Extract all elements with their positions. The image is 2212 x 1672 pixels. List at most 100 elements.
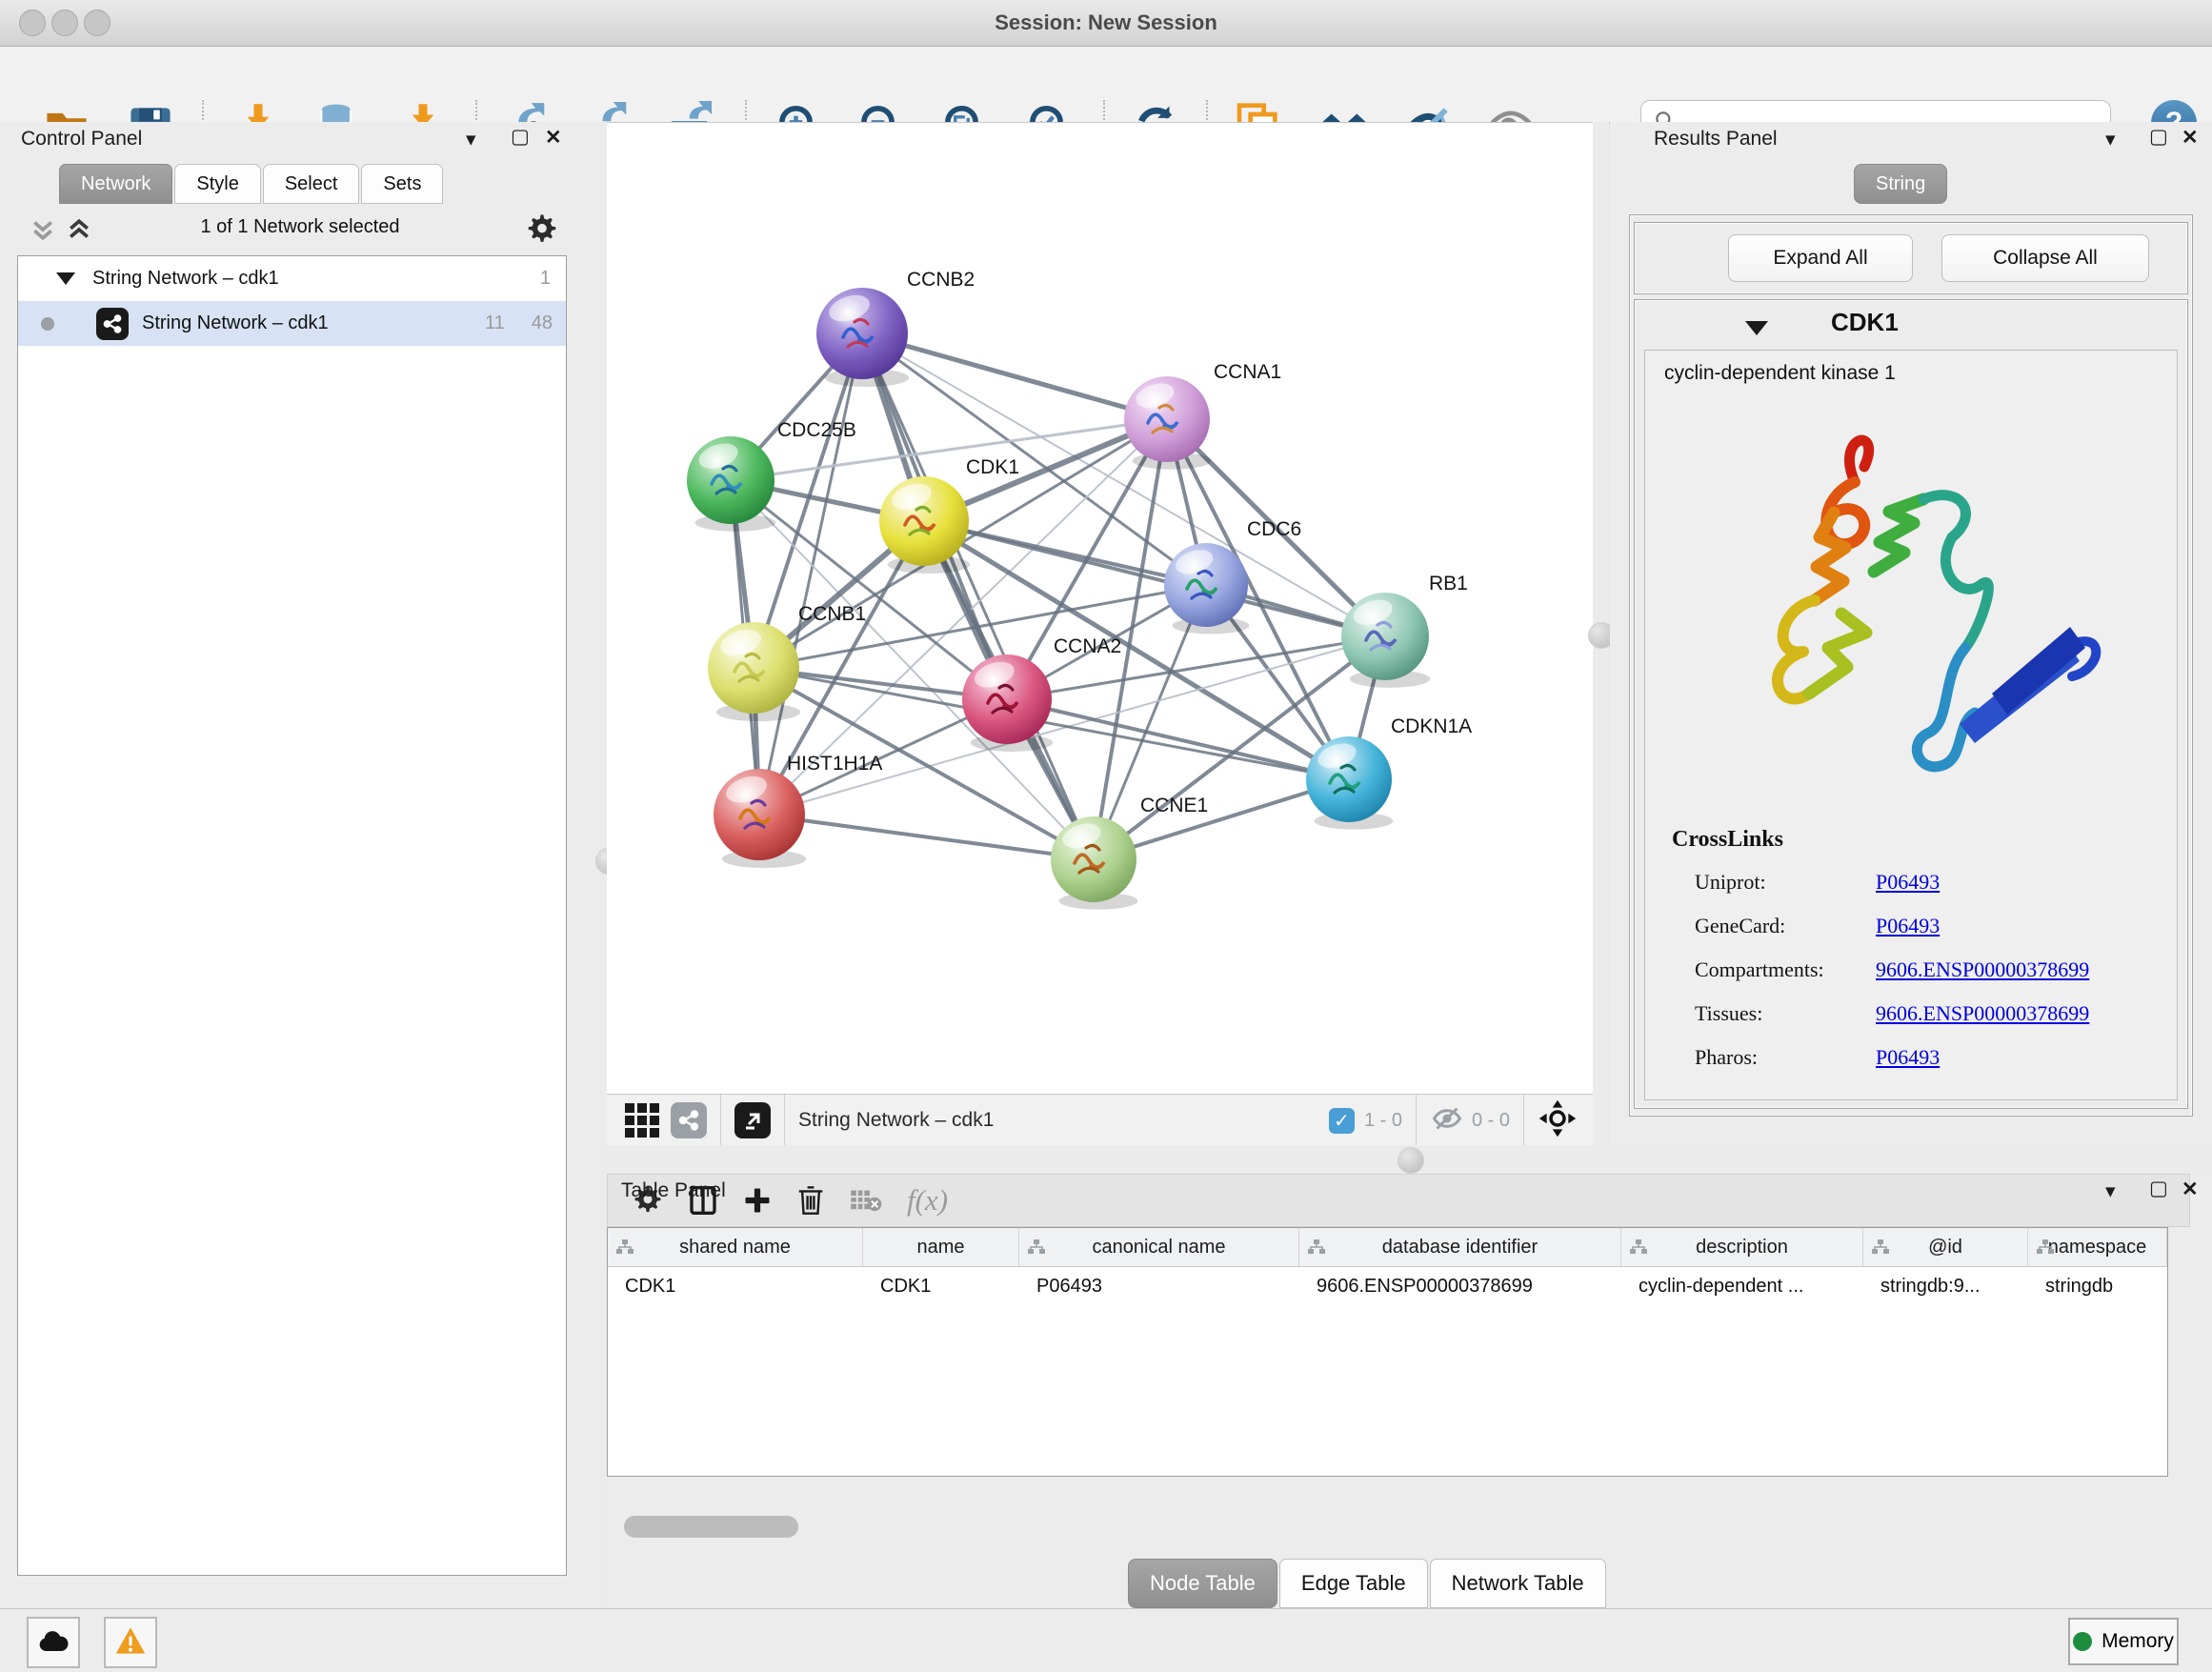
expand-all-button[interactable]: Expand All	[1728, 234, 1913, 282]
current-network-name: String Network – cdk1	[798, 1109, 994, 1132]
node-label-RB1: RB1	[1429, 573, 1468, 594]
crosslinks-heading: CrossLinks	[1672, 827, 1783, 853]
memory-button[interactable]: Memory	[2068, 1618, 2179, 1665]
node-label-HIST1H1A: HIST1H1A	[787, 753, 882, 775]
node-label-CDKN1A: CDKN1A	[1391, 715, 1472, 737]
network-row[interactable]: String Network – cdk1 11 48	[18, 301, 566, 346]
crosslink-value[interactable]: P06493	[1876, 914, 1940, 938]
cloud-button[interactable]	[27, 1617, 80, 1668]
table-toolbar: f(x)	[607, 1174, 2190, 1227]
warnings-button[interactable]	[104, 1617, 157, 1668]
table-cell[interactable]: CDK1	[863, 1267, 1019, 1305]
crosslink-value[interactable]: P06493	[1876, 870, 1940, 895]
column-header-sharedname[interactable]: shared name	[608, 1228, 863, 1266]
crosslink-label: Tissues:	[1695, 1001, 1762, 1026]
delete-column-icon[interactable]	[796, 1184, 825, 1217]
share-view-icon[interactable]	[671, 1102, 707, 1138]
shared-column-icon	[1629, 1239, 1648, 1256]
table-cell[interactable]: P06493	[1019, 1267, 1299, 1305]
network-collection-label: String Network – cdk1	[92, 268, 279, 290]
network-icon	[96, 308, 129, 340]
column-header-description[interactable]: description	[1621, 1228, 1863, 1266]
tab-select[interactable]: Select	[263, 164, 360, 204]
node-count: 11	[485, 312, 505, 334]
node-label-CCNB2: CCNB2	[907, 269, 975, 291]
column-label: description	[1696, 1237, 1788, 1259]
tab-network[interactable]: Network	[59, 164, 172, 204]
network-canvas[interactable]: CCNB2CCNA1CDC25BCDK1CDC6RB1CCNB1CCNA2CDK…	[607, 122, 1593, 1095]
network-edge-CDK1-RB1[interactable]	[924, 521, 1385, 636]
tab-node-table[interactable]: Node Table	[1128, 1559, 1277, 1608]
panel-menu-icon[interactable]: ▾	[2105, 1181, 2116, 1201]
node-label-CDK1: CDK1	[966, 456, 1019, 478]
node-table: shared name name canonical name database id…	[607, 1227, 2168, 1477]
network-edge-CCNB2-CCNE1[interactable]	[862, 333, 1094, 859]
network-tree: String Network – cdk1 1 String Network –…	[17, 255, 567, 1576]
birdseye-icon[interactable]	[1538, 1098, 1578, 1143]
shared-column-icon	[1027, 1239, 1046, 1256]
panel-float-icon[interactable]: ▢	[2149, 1178, 2168, 1199]
panel-float-icon[interactable]: ▢	[511, 127, 530, 147]
open-in-window-icon[interactable]	[734, 1102, 771, 1138]
gene-collapse-triangle-icon[interactable]	[1745, 321, 1768, 335]
table-cell[interactable]: cyclin-dependent ...	[1621, 1267, 1863, 1305]
warning-icon	[115, 1626, 146, 1660]
vertical-splitter-right[interactable]	[1593, 122, 1609, 1145]
panel-menu-icon[interactable]: ▾	[2105, 130, 2116, 150]
network-status-dot	[41, 317, 54, 331]
tab-sets[interactable]: Sets	[361, 164, 443, 204]
horizontal-splitter[interactable]	[607, 1145, 2212, 1174]
column-label: canonical name	[1092, 1237, 1225, 1259]
column-header-canonicalname[interactable]: canonical name	[1019, 1228, 1299, 1266]
tree-expand-triangle-icon[interactable]	[56, 272, 75, 285]
cloud-icon	[37, 1628, 70, 1658]
column-header-id[interactable]: @id	[1863, 1228, 2028, 1266]
network-count: 1	[540, 268, 551, 290]
gear-icon[interactable]	[526, 213, 558, 251]
column-header-databaseidentifier[interactable]: database identifier	[1299, 1228, 1621, 1266]
network-edge-HIST1H1A-CCNE1[interactable]	[759, 815, 1094, 859]
network-graph[interactable]: CCNB2CCNA1CDC25BCDK1CDC6RB1CCNB1CCNA2CDK…	[607, 123, 1593, 1095]
grid-view-icon[interactable]	[625, 1103, 659, 1138]
column-label: database identifier	[1382, 1237, 1538, 1259]
main-toolbar: ?	[0, 47, 2212, 123]
column-label: name	[916, 1237, 964, 1259]
tab-style[interactable]: Style	[174, 164, 260, 204]
shared-column-icon	[615, 1239, 634, 1256]
network-selection-row: 1 of 1 Network selected	[0, 212, 600, 250]
column-header-name[interactable]: name	[863, 1228, 1019, 1266]
crosslink-value[interactable]: 9606.ENSP00000378699	[1876, 1001, 2089, 1026]
collapse-all-button[interactable]: Collapse All	[1941, 234, 2149, 282]
column-header-namespace[interactable]: namespace	[2028, 1228, 2167, 1266]
crosslink-value[interactable]: 9606.ENSP00000378699	[1876, 957, 2089, 982]
table-cell[interactable]: 9606.ENSP00000378699	[1299, 1267, 1621, 1305]
panel-close-icon[interactable]: ✕	[545, 128, 562, 148]
footer-separator	[784, 1095, 785, 1146]
tab-string[interactable]: String	[1854, 164, 1947, 204]
crosslink-label: Uniprot:	[1695, 870, 1766, 895]
function-builder-icon[interactable]: f(x)	[907, 1183, 948, 1218]
table-cell[interactable]: CDK1	[608, 1267, 863, 1305]
splitter-handle[interactable]	[1398, 1147, 1424, 1174]
network-collection-row[interactable]: String Network – cdk1 1	[18, 256, 566, 301]
table-cell[interactable]: stringdb:9...	[1863, 1267, 2028, 1305]
table-body: CDK1CDK1P064939606.ENSP00000378699cyclin…	[608, 1267, 2167, 1305]
selected-checkbox[interactable]: ✓	[1329, 1108, 1355, 1134]
delete-table-icon[interactable]	[850, 1186, 882, 1215]
node-label-CCNA1: CCNA1	[1214, 361, 1281, 383]
panel-close-icon[interactable]: ✕	[2182, 1179, 2199, 1199]
tab-network-table[interactable]: Network Table	[1430, 1559, 1606, 1608]
results-content: Expand All Collapse All CDK1 cyclin-depe…	[1629, 214, 2193, 1117]
panel-float-icon[interactable]: ▢	[2149, 127, 2168, 147]
gene-symbol: CDK1	[1831, 308, 1899, 337]
table-row[interactable]: CDK1CDK1P064939606.ENSP00000378699cyclin…	[608, 1267, 2167, 1305]
crosslink-value[interactable]: P06493	[1876, 1045, 1940, 1070]
column-label: @id	[1928, 1237, 1962, 1259]
add-column-icon[interactable]	[743, 1186, 772, 1215]
protein-structure-image	[1721, 408, 2131, 808]
tab-edge-table[interactable]: Edge Table	[1279, 1559, 1428, 1608]
panel-close-icon[interactable]: ✕	[2182, 128, 2199, 148]
panel-menu-icon[interactable]: ▾	[466, 130, 476, 150]
table-cell[interactable]: stringdb	[2028, 1267, 2167, 1305]
table-horizontal-scrollbar[interactable]	[624, 1516, 798, 1538]
